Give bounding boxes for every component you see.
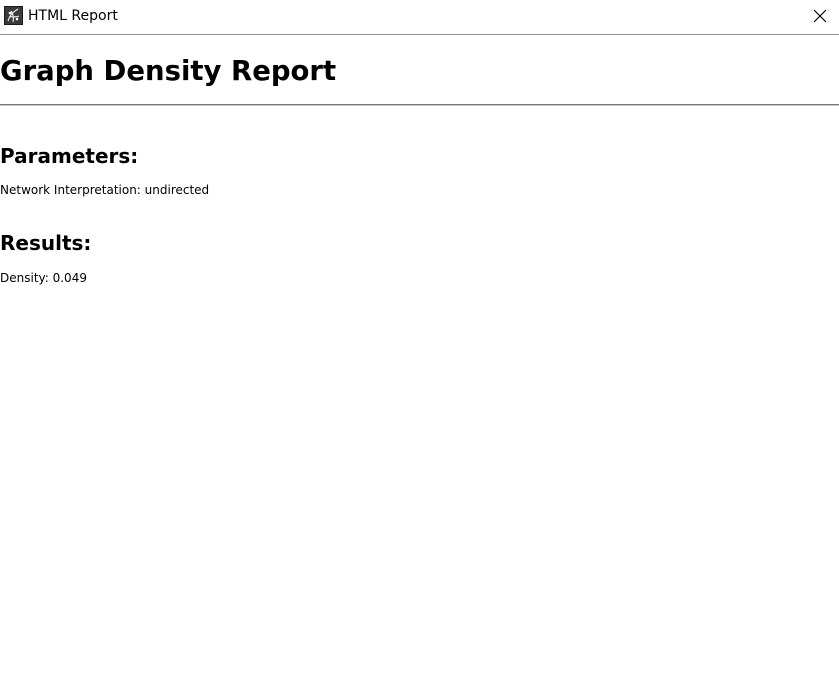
parameters-heading: Parameters: (0, 144, 139, 168)
parameters-text: Network Interpretation: undirected (0, 183, 210, 197)
app-logo-icon (4, 6, 23, 25)
window-title: HTML Report (28, 8, 118, 24)
window-titlebar: HTML Report (0, 0, 839, 35)
close-button[interactable] (799, 0, 839, 34)
results-text: Density: 0.049 (0, 271, 87, 285)
title-divider (0, 104, 839, 106)
results-heading: Results: (0, 231, 92, 255)
report-title: Graph Density Report (0, 55, 337, 87)
close-icon (813, 9, 827, 23)
